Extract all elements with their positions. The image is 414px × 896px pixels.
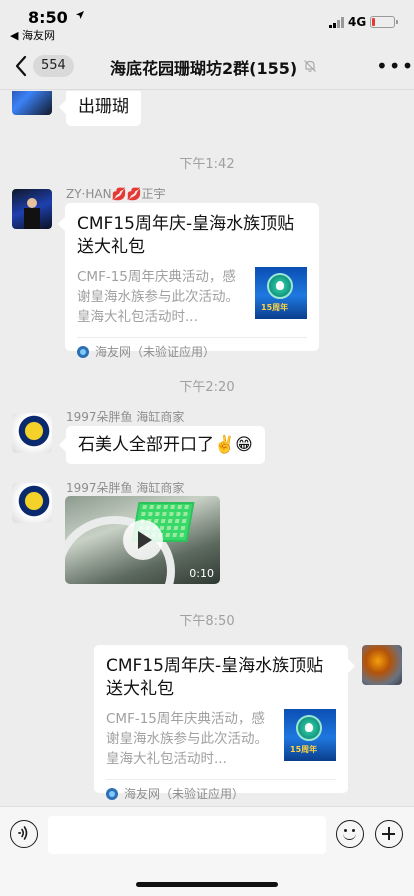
home-indicator[interactable] <box>136 882 278 887</box>
timestamp: 下午2:20 <box>179 380 235 395</box>
location-arrow-icon <box>76 11 84 19</box>
video-duration: 0:10 <box>189 567 214 580</box>
card-source-label: 海友网（未验证应用） <box>95 345 216 359</box>
card-source: 海友网（未验证应用） <box>106 779 336 806</box>
voice-icon[interactable] <box>10 820 38 848</box>
source-app-icon <box>106 787 118 800</box>
card-description: CMF-15周年庆典活动，感谢皇海水族参与此次活动。皇海大礼包活动时... <box>77 269 239 325</box>
play-icon[interactable] <box>123 520 163 560</box>
unread-count-badge[interactable]: 554 <box>33 55 74 77</box>
avatar[interactable] <box>362 645 402 685</box>
thumbnail-tag: 15周年 <box>261 303 289 312</box>
bell-off-icon <box>304 60 316 72</box>
plus-icon[interactable] <box>375 820 403 848</box>
message-text: 出珊瑚 <box>78 97 129 117</box>
link-card[interactable]: CMF15周年庆-皇海水族顶贴送大礼包 CMF-15周年庆典活动，感谢皇海水族参… <box>65 203 319 359</box>
sender-name: 1997朵胖鱼 海缸商家 <box>66 481 185 495</box>
card-description: CMF-15周年庆典活动，感谢皇海水族参与此次活动。皇海大礼包活动时... <box>106 711 268 767</box>
battery-level <box>372 18 375 26</box>
card-thumbnail: 15周年 <box>255 267 307 319</box>
chat-header: 554 海底花园珊瑚坊2群(155) ••• <box>0 42 414 90</box>
card-title: CMF15周年庆-皇海水族顶贴送大礼包 <box>77 214 295 257</box>
card-thumbnail: 15周年 <box>284 709 336 761</box>
message-bubble[interactable]: 石美人全部开口了✌️😁 <box>66 426 265 464</box>
card-source-label: 海友网（未验证应用） <box>124 787 245 801</box>
thumbnail-tag: 15周年 <box>290 745 318 754</box>
sender-name: 1997朵胖鱼 海缸商家 <box>66 410 185 424</box>
avatar[interactable] <box>12 413 52 453</box>
avatar[interactable] <box>12 483 52 523</box>
avatar[interactable] <box>12 91 52 115</box>
chat-title: 海底花园珊瑚坊2群(155) <box>110 59 298 78</box>
more-icon[interactable]: ••• <box>376 54 414 78</box>
signal-icon <box>329 17 344 28</box>
battery-icon <box>370 16 398 28</box>
card-title: CMF15周年庆-皇海水族顶贴送大礼包 <box>106 656 324 699</box>
status-time: 8:50 <box>28 8 68 27</box>
back-to-app-link[interactable]: ◀ 海友网 <box>10 27 55 43</box>
timestamp: 下午8:50 <box>179 614 235 629</box>
link-card[interactable]: CMF15周年庆-皇海水族顶贴送大礼包 CMF-15周年庆典活动，感谢皇海水族参… <box>94 645 348 801</box>
status-bar: 8:50 ◀ 海友网 4G <box>0 0 414 42</box>
video-message[interactable]: 0:10 <box>65 496 220 584</box>
source-app-icon <box>77 345 89 358</box>
message-text: 石美人全部开口了✌️😁 <box>78 435 253 455</box>
message-list[interactable]: 出珊瑚 下午1:42 ZY·HAN💋💋正宇 CMF15周年庆-皇海水族顶贴送大礼… <box>0 91 414 806</box>
card-source: 海友网（未验证应用） <box>77 337 307 365</box>
network-type: 4G <box>348 15 367 29</box>
emoji-icon[interactable] <box>336 820 364 848</box>
chevron-left-icon[interactable] <box>12 54 32 78</box>
message-input[interactable] <box>48 816 326 854</box>
avatar[interactable] <box>12 189 52 229</box>
sender-name: ZY·HAN💋💋正宇 <box>66 187 166 201</box>
timestamp: 下午1:42 <box>179 157 235 172</box>
message-bubble[interactable]: 出珊瑚 <box>66 91 141 126</box>
